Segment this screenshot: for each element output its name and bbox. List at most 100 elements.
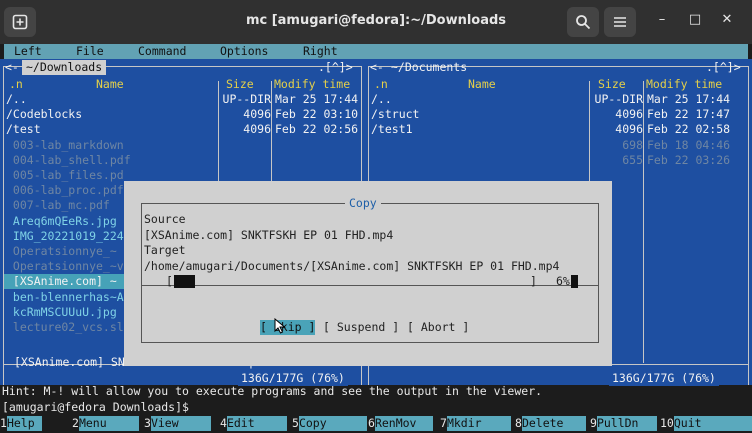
- file-row-time: Feb 22 03:10: [275, 107, 359, 122]
- file-row-time: Feb 22 02:56: [275, 122, 359, 137]
- fkey-number: 5: [292, 416, 299, 430]
- minimize-button[interactable]: –: [651, 12, 673, 34]
- fkey-mkdir[interactable]: 7Mkdir: [440, 416, 511, 431]
- fkey-help[interactable]: 1Help: [0, 416, 42, 431]
- fkey-label: Menu: [78, 416, 139, 431]
- mc-menubar: Left File Command Options Right: [4, 44, 748, 59]
- file-row-name[interactable]: /test: [6, 122, 41, 137]
- fkey-label: Help: [6, 416, 42, 431]
- terminal-area[interactable]: Left File Command Options Right <- ~/Dow…: [0, 44, 752, 433]
- window-title: mc [amugari@fedora]:~/Downloads: [245, 13, 507, 28]
- skip-button[interactable]: [ Skip ]: [260, 320, 316, 335]
- abort-button[interactable]: [ Abort ]: [407, 320, 469, 335]
- file-row-time: Mar 25 17:44: [275, 92, 359, 106]
- progress-fill: [174, 275, 196, 288]
- fkey-delete[interactable]: 8Delete: [515, 416, 586, 431]
- close-icon: ✕: [721, 12, 733, 27]
- right-panel-corner[interactable]: .[^]>: [706, 60, 741, 75]
- file-row-name[interactable]: 005-lab_files.pd: [6, 168, 124, 183]
- dialog-title: Copy: [345, 196, 381, 211]
- fkey-renmov[interactable]: 6RenMov: [368, 416, 433, 431]
- fkey-label: View: [150, 416, 211, 431]
- fkey-pulldn[interactable]: 9PullDn: [590, 416, 657, 431]
- file-row-time: Feb 18 04:46: [647, 137, 731, 152]
- menu-file[interactable]: File: [76, 44, 104, 59]
- left-panel-corner[interactable]: .[^]>: [318, 60, 353, 75]
- menu-button[interactable]: [604, 7, 636, 37]
- file-row-name[interactable]: /test1: [371, 122, 413, 137]
- right-panel-disk: 136G/177G (76%): [609, 371, 719, 386]
- close-button[interactable]: ✕: [716, 12, 738, 34]
- file-row-name[interactable]: Operatsionnye_~: [6, 244, 117, 259]
- file-row-name[interactable]: 004-lab_shell.pdf: [6, 153, 131, 168]
- cursor-block: [571, 275, 578, 288]
- file-row-name[interactable]: 006-lab_proc.pdf: [6, 183, 124, 198]
- col-header-name[interactable]: Name: [96, 77, 124, 92]
- fkey-label: Quit: [673, 416, 752, 431]
- col-header-name[interactable]: Name: [468, 77, 496, 92]
- file-row-size: [218, 138, 271, 153]
- progress-percent: 6%: [556, 274, 570, 288]
- file-row-name[interactable]: 007-lab_mc.pdf: [6, 198, 110, 213]
- file-row-size: UP--DIR: [222, 92, 271, 106]
- minimize-icon: –: [658, 12, 666, 27]
- menu-command[interactable]: Command: [138, 44, 186, 59]
- fkey-number: 2: [72, 416, 79, 430]
- file-row-name[interactable]: /struct: [371, 107, 419, 122]
- left-panel-path[interactable]: ~/Downloads: [22, 60, 107, 75]
- maximize-button[interactable]: □: [684, 12, 706, 34]
- file-row-name[interactable]: /..: [6, 92, 27, 107]
- file-row-name[interactable]: kcRmMSCUUuU.jpg: [6, 305, 117, 320]
- file-row-name[interactable]: IMG_20221019_224: [6, 229, 124, 244]
- search-icon: [576, 15, 591, 30]
- file-row-size: 655: [622, 152, 643, 167]
- panel-nav-left[interactable]: <-: [370, 60, 384, 75]
- file-row-time: Feb 22 17:47: [647, 107, 731, 122]
- file-row-size: 4096: [615, 107, 643, 122]
- fkey-menu[interactable]: 2Menu: [72, 416, 139, 431]
- menu-options[interactable]: Options: [220, 44, 268, 59]
- col-header-size[interactable]: Size: [226, 77, 254, 92]
- progress-bracket-close: ]: [530, 274, 537, 288]
- fkey-number: 8: [515, 416, 522, 430]
- file-row-size: 4096: [243, 122, 271, 137]
- file-row-name[interactable]: Areq6mQEeRs.jpg: [6, 214, 117, 229]
- shell-prompt[interactable]: [amugari@fedora Downloads]$: [2, 400, 189, 415]
- file-row-time: Feb 22 03:26: [647, 152, 731, 167]
- right-panel-path[interactable]: ~/Documents: [387, 60, 471, 75]
- suspend-button[interactable]: [ Suspend ]: [323, 320, 399, 335]
- progress-bracket-open: [: [166, 274, 173, 288]
- file-row-name[interactable]: /Codeblocks: [6, 107, 82, 122]
- file-row-size: 4096: [243, 107, 271, 122]
- fkey-label: Copy: [298, 416, 367, 431]
- col-header-time[interactable]: Modify time: [646, 77, 722, 92]
- col-header-n[interactable]: .n: [374, 77, 388, 92]
- col-header-time[interactable]: Modify time: [274, 77, 350, 92]
- menu-right[interactable]: Right: [303, 44, 338, 59]
- file-row-name[interactable]: ben-blennerhas~A: [6, 290, 124, 305]
- progress-bar: [174, 274, 526, 289]
- fkey-edit[interactable]: 4Edit: [220, 416, 287, 431]
- fkey-label: RenMov: [374, 416, 433, 431]
- copy-dialog: Copy Source [XSAnime.com] SNKTFSKH EP 01…: [124, 181, 612, 366]
- menu-left[interactable]: Left: [14, 44, 42, 59]
- fkey-number: 9: [590, 416, 597, 430]
- search-button[interactable]: [567, 7, 599, 37]
- file-row-name[interactable]: /..: [371, 92, 392, 107]
- col-header-size[interactable]: Size: [598, 77, 626, 92]
- function-key-bar: 1Help 2Menu 3View 4Edit 5Copy 6RenMov 7Mkdir 8D…: [0, 416, 752, 433]
- file-row-name[interactable]: Operatsionnye_~v: [6, 259, 124, 274]
- file-row-name[interactable]: 003-lab_markdown: [6, 138, 124, 153]
- maximize-icon: □: [688, 12, 702, 27]
- fkey-label: Edit: [226, 416, 287, 431]
- panel-nav-left[interactable]: <-: [5, 60, 19, 75]
- file-row-size: [218, 153, 271, 168]
- col-separator: [643, 81, 644, 363]
- fkey-copy[interactable]: 5Copy: [292, 416, 367, 431]
- target-value: /home/amugari/Documents/[XSAnime.com] SN…: [144, 259, 560, 273]
- fkey-number: 7: [440, 416, 447, 430]
- fkey-view[interactable]: 3View: [144, 416, 211, 431]
- col-header-n[interactable]: .n: [9, 77, 23, 92]
- file-row-name[interactable]: [XSAnime.com] ~: [6, 274, 117, 289]
- fkey-quit[interactable]: 10Quit: [660, 416, 752, 431]
